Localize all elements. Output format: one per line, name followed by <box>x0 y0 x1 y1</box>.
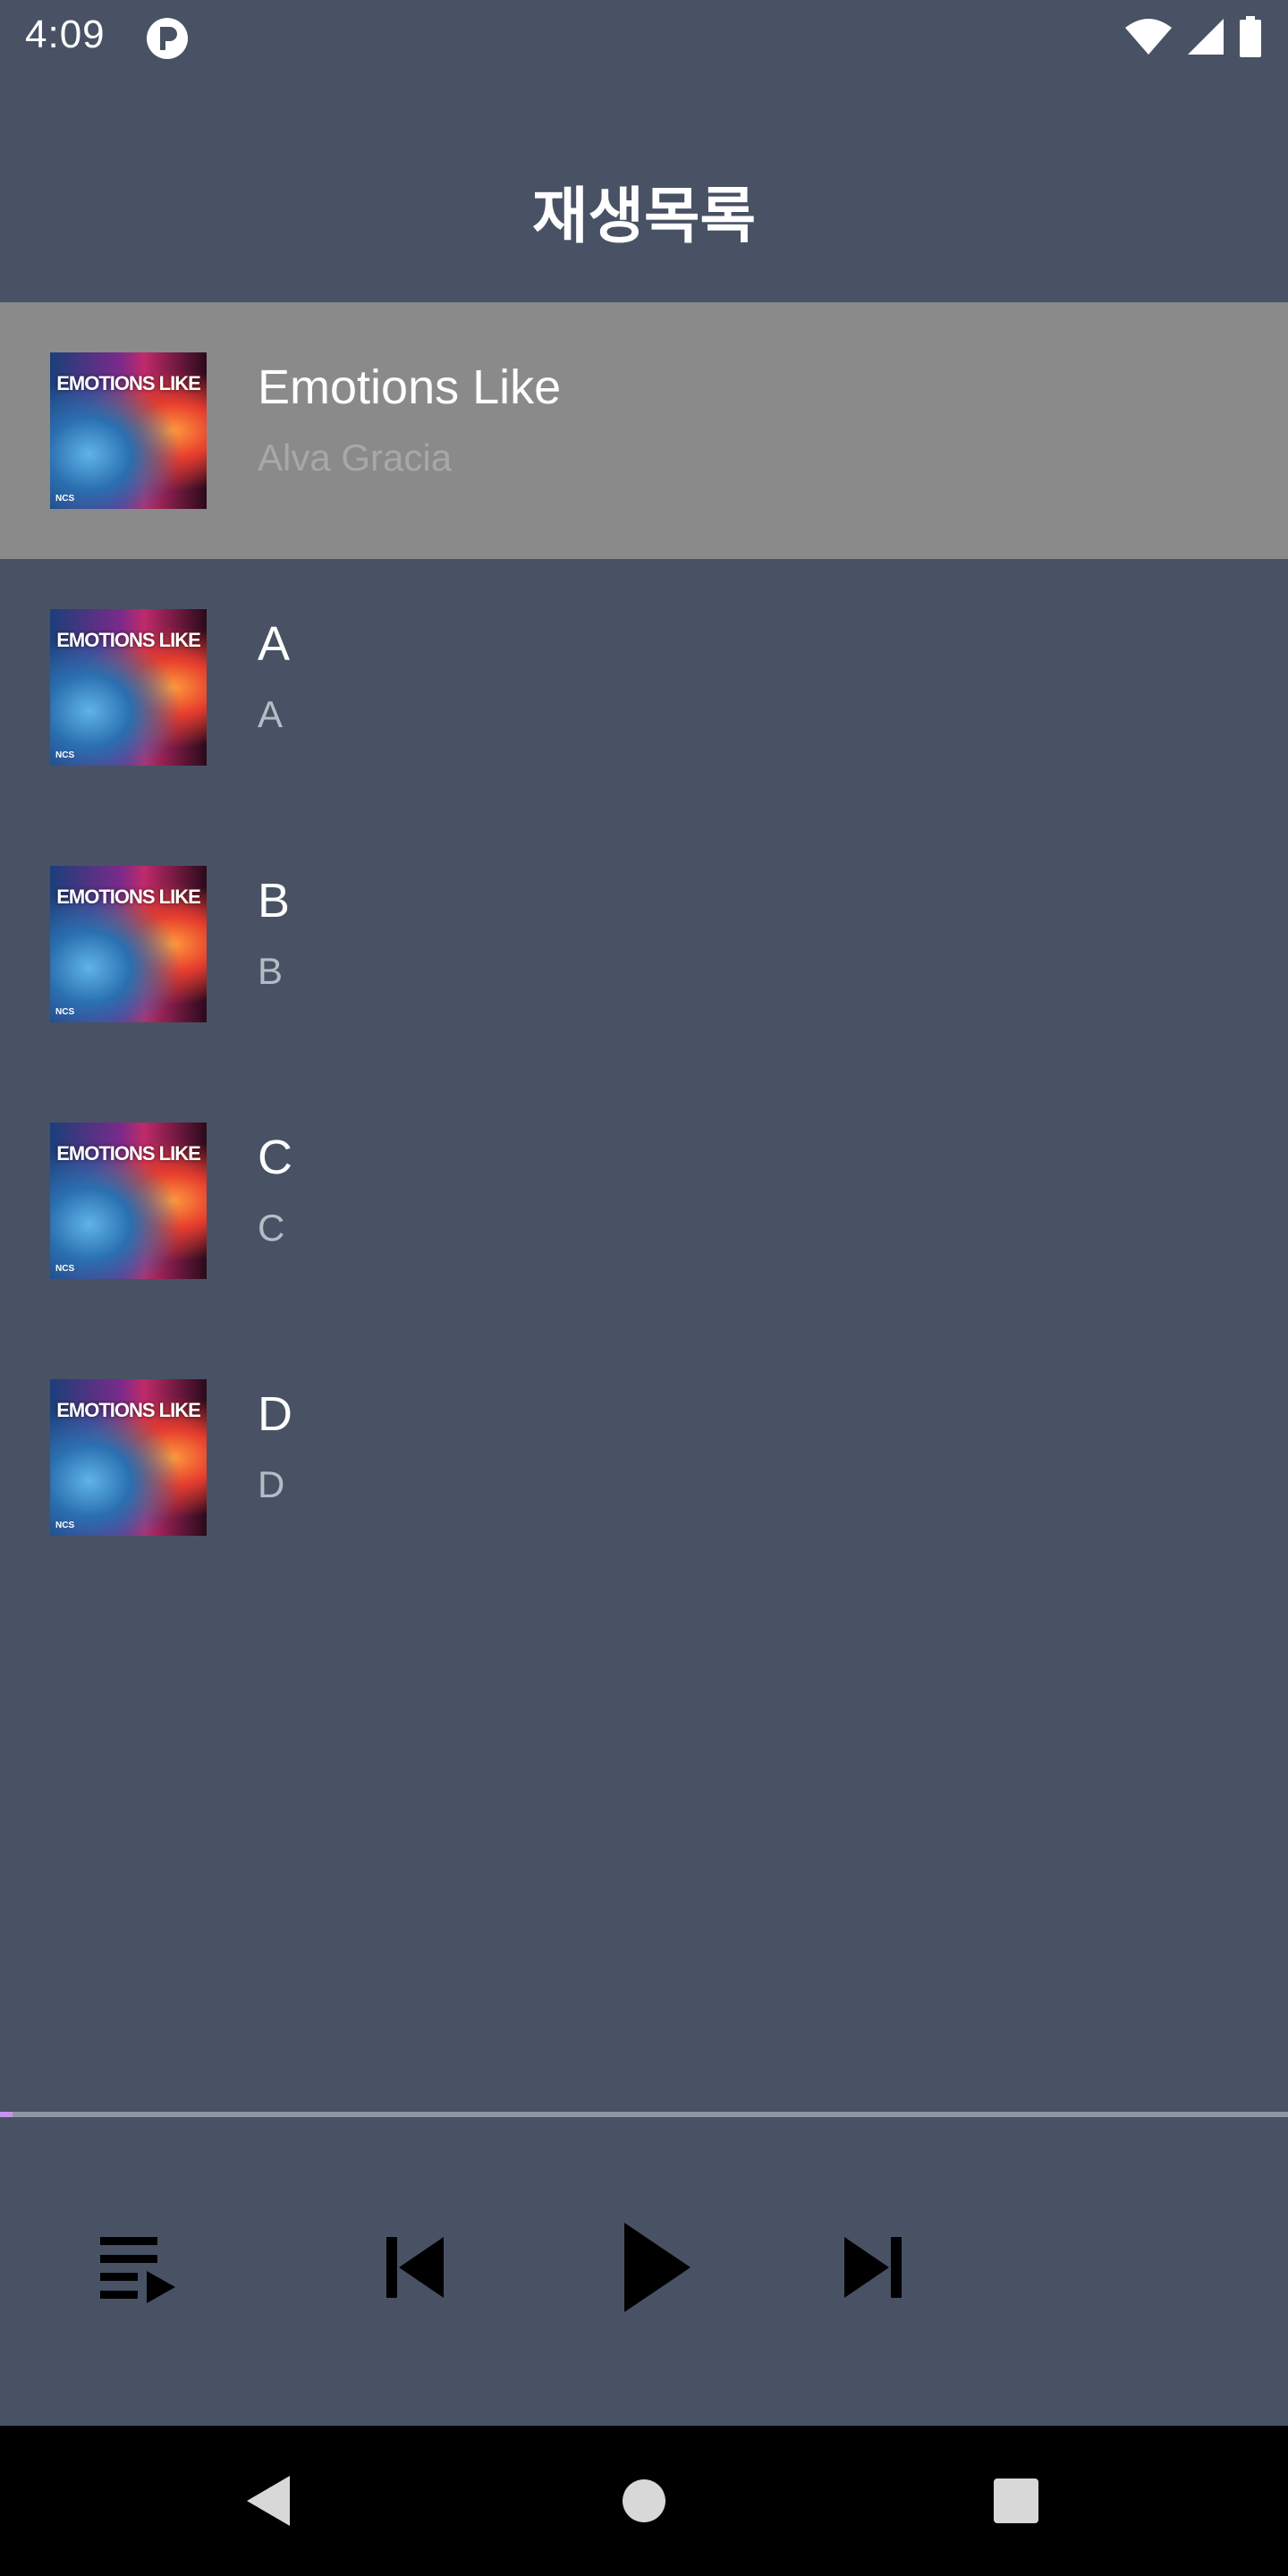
cover-title: EMOTIONS LIKE <box>56 886 201 908</box>
cover-label: NCS <box>55 750 75 760</box>
cover-label: NCS <box>55 1264 75 1274</box>
cover-title: EMOTIONS LIKE <box>56 1399 201 1421</box>
playlist-button[interactable] <box>86 2223 186 2312</box>
cover-label: NCS <box>55 1521 75 1530</box>
cover-title: EMOTIONS LIKE <box>56 1142 201 1165</box>
battery-icon <box>1240 16 1261 57</box>
cover-label: NCS <box>55 1007 75 1017</box>
status-icons <box>1123 16 1263 57</box>
track-title: Emotions Like <box>258 360 562 414</box>
music-app-screen: 4:09 재생목록 EMOTIONS LIKE NCS Emotions Lik… <box>0 0 1288 2576</box>
recents-button[interactable] <box>987 2472 1045 2529</box>
system-navigation-bar <box>0 2426 1288 2576</box>
play-button[interactable] <box>597 2217 705 2318</box>
next-button[interactable] <box>826 2223 919 2312</box>
home-button[interactable] <box>615 2472 673 2529</box>
track-title: A <box>258 617 291 671</box>
back-icon <box>247 2476 290 2526</box>
album-cover: EMOTIONS LIKE NCS <box>50 1123 207 1279</box>
playlist-icon <box>100 2237 175 2303</box>
home-icon <box>623 2479 665 2522</box>
previous-button[interactable] <box>369 2223 462 2312</box>
album-cover: EMOTIONS LIKE NCS <box>50 609 207 766</box>
wifi-icon <box>1125 19 1172 55</box>
track-artist: A <box>258 693 284 735</box>
track-artist: Alva Gracia <box>258 436 453 479</box>
cover-title: EMOTIONS LIKE <box>56 629 201 651</box>
playlist-item[interactable]: EMOTIONS LIKE NCS A A <box>0 559 1288 816</box>
skip-next-icon <box>844 2237 902 2298</box>
status-time: 4:09 <box>25 13 106 56</box>
cellular-signal-icon <box>1188 19 1224 55</box>
track-artist: C <box>258 1207 285 1249</box>
play-icon <box>624 2223 691 2312</box>
recents-icon <box>994 2479 1038 2523</box>
track-title: B <box>258 874 291 928</box>
playlist: EMOTIONS LIKE NCS Emotions Like Alva Gra… <box>0 302 1288 1586</box>
app-header: 재생목록 <box>0 75 1288 302</box>
track-artist: B <box>258 950 284 992</box>
cover-label: NCS <box>55 494 75 504</box>
app-notification-icon <box>147 18 188 59</box>
album-cover: EMOTIONS LIKE NCS <box>50 866 207 1022</box>
album-cover: EMOTIONS LIKE NCS <box>50 352 207 509</box>
playlist-item[interactable]: EMOTIONS LIKE NCS C C <box>0 1072 1288 1329</box>
status-bar: 4:09 <box>0 0 1288 75</box>
playlist-item[interactable]: EMOTIONS LIKE NCS Emotions Like Alva Gra… <box>0 302 1288 559</box>
back-button[interactable] <box>240 2472 297 2529</box>
playlist-item[interactable]: EMOTIONS LIKE NCS B B <box>0 816 1288 1072</box>
album-cover: EMOTIONS LIKE NCS <box>50 1379 207 1536</box>
skip-previous-icon <box>386 2237 444 2298</box>
track-title: D <box>258 1387 292 1441</box>
cover-title: EMOTIONS LIKE <box>56 372 201 394</box>
track-artist: D <box>258 1463 285 1505</box>
player-controls <box>0 2117 1288 2426</box>
track-title: C <box>258 1131 292 1184</box>
playlist-item[interactable]: EMOTIONS LIKE NCS D D <box>0 1329 1288 1586</box>
page-title: 재생목록 <box>531 182 757 252</box>
